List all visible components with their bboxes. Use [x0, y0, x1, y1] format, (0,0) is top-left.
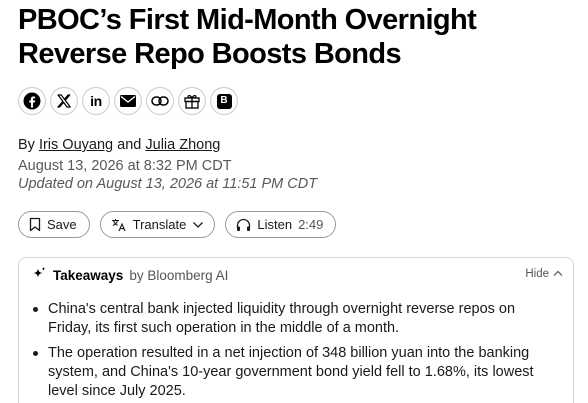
takeaways-title: Takeaways	[53, 268, 124, 283]
share-linkedin-button[interactable]: in	[82, 87, 110, 115]
linkedin-icon: in	[90, 93, 102, 109]
link-icon	[151, 95, 169, 107]
takeaway-item: The operation resulted in a net injectio…	[31, 344, 551, 401]
facebook-icon	[23, 92, 41, 110]
listen-duration: 2:49	[298, 217, 324, 232]
published-date: August 13, 2026 at 8:32 PM CDT	[18, 158, 232, 174]
share-email-button[interactable]	[114, 87, 142, 115]
translate-label: Translate	[132, 217, 187, 232]
sparkle-icon	[31, 266, 47, 285]
listen-label: Listen	[257, 217, 293, 232]
takeaway-item: China's central bank injected liquidity …	[31, 300, 551, 338]
save-button[interactable]: Save	[18, 211, 90, 238]
hide-takeaways-button[interactable]: Hide	[525, 268, 563, 280]
headphones-icon	[236, 218, 251, 232]
author-link-2[interactable]: Julia Zhong	[145, 137, 220, 153]
share-toolbar: in B	[18, 87, 238, 117]
author-link-1[interactable]: Iris Ouyang	[39, 137, 113, 153]
chevron-down-icon	[192, 221, 204, 229]
article-actions: Save Translate Listen 2:49	[18, 211, 337, 238]
article-page: PBOC’s First Mid-Month Overnight Reverse…	[0, 0, 588, 403]
save-label: Save	[47, 217, 77, 232]
translate-icon	[111, 218, 127, 232]
share-facebook-button[interactable]	[18, 87, 46, 115]
gift-icon	[183, 92, 201, 110]
hide-label: Hide	[525, 268, 549, 280]
email-icon	[119, 94, 137, 108]
listen-button[interactable]: Listen 2:49	[225, 211, 337, 238]
byline-joiner: and	[117, 137, 142, 153]
bookmark-icon	[29, 217, 41, 232]
bloomberg-terminal-icon: B	[216, 93, 232, 109]
takeaways-header: Takeaways by Bloomberg AI	[31, 266, 228, 285]
takeaways-source: by Bloomberg AI	[129, 268, 229, 283]
takeaways-card: Takeaways by Bloomberg AI Hide China's c…	[18, 257, 574, 403]
updated-date: Updated on August 13, 2026 at 11:51 PM C…	[18, 176, 318, 192]
share-gift-button[interactable]	[178, 87, 206, 115]
share-terminal-button[interactable]: B	[210, 87, 238, 115]
share-link-button[interactable]	[146, 87, 174, 115]
article-headline: PBOC’s First Mid-Month Overnight Reverse…	[18, 4, 477, 70]
share-x-button[interactable]	[50, 87, 78, 115]
x-icon	[56, 93, 72, 109]
byline: By Iris Ouyang and Julia Zhong	[18, 137, 220, 153]
byline-prefix: By	[18, 137, 35, 153]
takeaways-list: China's central bank injected liquidity …	[31, 300, 551, 403]
terminal-icon-letter: B	[220, 95, 228, 106]
translate-button[interactable]: Translate	[99, 211, 216, 238]
chevron-up-icon	[553, 268, 563, 280]
